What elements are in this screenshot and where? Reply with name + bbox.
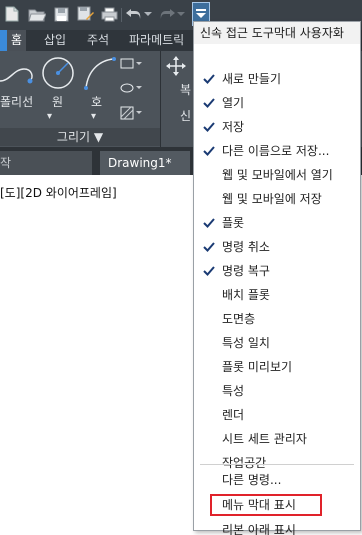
undo-icon[interactable] — [125, 5, 143, 23]
tab-annotate[interactable]: 주석 — [83, 30, 113, 51]
polyline-label[interactable]: 폴리선 — [0, 93, 33, 110]
menu-item-label: 새로 만들기 — [222, 72, 282, 86]
checkmark-icon — [203, 211, 217, 235]
save-as-icon[interactable] — [76, 5, 94, 23]
hatch-icon[interactable] — [120, 105, 160, 121]
menu-item-label: 배치 플롯 — [222, 288, 270, 302]
menu-item[interactable]: 저장 — [194, 115, 360, 139]
menu-item-label: 플롯 — [222, 216, 245, 230]
menu-item-more-commands[interactable]: 다른 명령... — [194, 468, 360, 492]
menu-item[interactable]: 명령 복구 — [194, 259, 360, 283]
arc-label[interactable]: 호 — [91, 93, 102, 110]
menu-item-label: 렌더 — [222, 408, 245, 422]
tab-parametric[interactable]: 파라메트릭 — [125, 30, 188, 51]
circle-icon[interactable] — [41, 56, 75, 90]
menu-item[interactable]: 플롯 미리보기 — [194, 355, 360, 379]
menu-item-label: 저장 — [222, 120, 245, 134]
tab-home[interactable]: 홈 — [7, 30, 27, 51]
application-menu-button[interactable] — [0, 30, 7, 51]
menu-item[interactable]: 새로 만들기 — [194, 67, 360, 91]
copy-tool-label[interactable]: 복 — [180, 81, 191, 98]
menu-item-label: 명령 취소 — [222, 240, 270, 254]
circle-dropdown-icon[interactable]: ▾ — [47, 111, 52, 122]
tab-insert[interactable]: 삽입 — [40, 30, 70, 51]
rectangle-icon[interactable] — [120, 57, 160, 71]
toolbar-divider — [121, 8, 122, 22]
menu-item-label: 도면층 — [222, 312, 256, 326]
new-icon[interactable] — [3, 5, 21, 23]
menu-item-label: 다른 이름으로 저장... — [222, 144, 330, 158]
menu-item-label: 시트 세트 관리자 — [222, 432, 307, 446]
checkmark-icon — [203, 91, 217, 115]
menu-item-label: 웹 및 모바일에 저장 — [222, 192, 322, 206]
checkmark-icon — [203, 67, 217, 91]
menu-item[interactable]: 플롯 — [194, 211, 360, 235]
menu-item-label: 플롯 미리보기 — [222, 360, 293, 374]
stretch-tool-label[interactable]: 신 — [180, 107, 191, 124]
arc-icon[interactable] — [82, 56, 118, 90]
move-icon[interactable] — [166, 56, 186, 76]
ellipse-icon[interactable] — [120, 81, 160, 95]
redo-dropdown-icon[interactable] — [176, 5, 186, 23]
checkmark-icon — [203, 115, 217, 139]
menu-item[interactable]: 특성 일치 — [194, 331, 360, 355]
menu-item[interactable]: 명령 취소 — [194, 235, 360, 259]
polyline-icon[interactable] — [0, 59, 40, 89]
menu-item-label: 웹 및 모바일에서 열기 — [222, 168, 333, 182]
draw-panel-title[interactable]: 그리기 ▼ — [0, 128, 160, 146]
print-icon[interactable] — [100, 5, 118, 23]
file-tab-drawing1[interactable]: Drawing1* — [100, 151, 190, 175]
customize-qat-menu: 신속 접근 도구막대 사용자화 새로 만들기열기저장다른 이름으로 저장... 웹… — [193, 21, 361, 535]
highlight-box — [210, 494, 322, 516]
checkmark-icon — [203, 259, 217, 283]
menu-item[interactable]: 웹 및 모바일에 저장 — [194, 187, 360, 211]
arc-dropdown-icon[interactable]: ▾ — [91, 111, 96, 122]
undo-dropdown-icon[interactable] — [143, 5, 153, 23]
menu-header: 신속 접근 도구막대 사용자화 — [194, 22, 360, 44]
menu-item[interactable]: 도면층 — [194, 307, 360, 331]
menu-item[interactable]: 시트 세트 관리자 — [194, 427, 360, 451]
open-icon[interactable] — [28, 5, 46, 23]
viewport-controls-label[interactable]: [도][2D 와이어프레임] — [0, 184, 117, 201]
menu-item-label: 특성 — [222, 384, 245, 398]
menu-item-label: 명령 복구 — [222, 264, 270, 278]
circle-label[interactable]: 원 — [52, 93, 63, 110]
checkmark-icon — [203, 235, 217, 259]
menu-item-label: 열기 — [222, 96, 245, 110]
menu-item-show-below-ribbon[interactable]: 리본 아래 표시 — [194, 518, 360, 535]
redo-icon[interactable] — [158, 5, 176, 23]
menu-item[interactable]: 다른 이름으로 저장... — [194, 139, 360, 163]
save-icon[interactable] — [52, 5, 70, 23]
menu-item[interactable]: 특성 — [194, 379, 360, 403]
menu-item[interactable]: 열기 — [194, 91, 360, 115]
panel-divider — [160, 51, 161, 147]
menu-item[interactable]: 렌더 — [194, 403, 360, 427]
file-tab-start[interactable]: 작 — [0, 151, 92, 175]
menu-item-show-menu-bar[interactable]: 메뉴 막대 표시 — [194, 493, 360, 517]
menu-item-label: 특성 일치 — [222, 336, 270, 350]
checkmark-icon — [203, 139, 217, 163]
menu-separator — [200, 464, 354, 465]
menu-item[interactable]: 배치 플롯 — [194, 283, 360, 307]
menu-item[interactable]: 웹 및 모바일에서 열기 — [194, 163, 360, 187]
